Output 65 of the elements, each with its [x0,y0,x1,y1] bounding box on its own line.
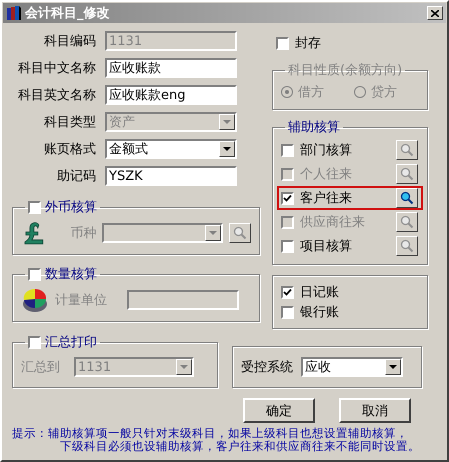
checkbox-label: 个人往来 [300,166,352,183]
field-label: 科目类型 [43,114,96,131]
close-icon [431,10,439,16]
input-field[interactable]: YSZK [105,166,237,186]
checkbox[interactable] [28,200,41,214]
input-field[interactable]: 应收账款eng [105,85,237,105]
checkbox[interactable] [281,306,294,318]
field-label: 助记码 [56,168,96,185]
pie-chart-icon [21,286,49,314]
search-icon [400,215,414,229]
field-label: 科目编码 [43,33,96,50]
group-title: 科目性质(余额方向) [288,62,402,79]
group-title: 数量核算 [45,266,97,283]
checkbox-label: 封存 [295,35,321,52]
field-label: 汇总到 [21,359,60,376]
search-icon [400,167,414,181]
checkbox[interactable] [281,144,294,156]
field-label: 科目中文名称 [17,60,96,77]
group-title: 汇总打印 [45,334,97,351]
dropdown-caret-icon[interactable] [219,141,235,157]
checkbox[interactable] [281,192,294,204]
checkbox-label: 部门核算 [300,142,352,159]
search-button[interactable] [396,188,418,208]
dialog-button[interactable]: 确定 [243,398,315,423]
field-label: 受控系统 [241,359,293,376]
radio-label: 借方 [298,84,324,101]
search-button[interactable] [396,236,418,256]
dialog-button[interactable]: 取消 [339,398,411,423]
checkbox-label: 项目核算 [300,238,352,255]
window-title: 会计科目_修改 [25,5,110,22]
close-button[interactable] [427,6,443,20]
checkbox[interactable] [276,36,289,50]
dropdown-field[interactable] [102,223,224,243]
group-title: 外币核算 [45,199,97,216]
search-button[interactable] [396,140,418,160]
input-field[interactable]: 应收账款 [105,58,237,78]
checkbox-label: 日记账 [300,284,339,301]
checkbox[interactable] [28,336,41,348]
search-icon [233,226,248,240]
radio-button[interactable] [354,86,366,98]
field-label: 科目英文名称 [17,87,96,104]
field-label: 计量单位 [55,292,108,309]
dropdown-caret-icon[interactable] [385,359,401,375]
field-label: 账页格式 [43,141,96,158]
input-field[interactable] [127,290,239,310]
group-title: 辅助核算 [288,119,340,136]
checkbox-label: 供应商往来 [300,214,365,231]
dropdown-field[interactable]: 应收 [301,357,403,377]
search-icon [400,239,414,253]
search-icon [400,143,414,157]
checkbox[interactable] [281,286,294,298]
search-button[interactable] [229,223,252,243]
checkbox[interactable] [281,240,294,252]
search-icon [400,191,414,205]
radio-label: 贷方 [371,84,397,101]
dropdown-field[interactable]: 金额式 [105,139,237,159]
radio-button[interactable] [281,86,293,98]
dropdown-caret-icon[interactable] [205,225,222,241]
checkbox-label: 银行账 [300,304,339,321]
checkbox[interactable] [28,268,41,280]
checkbox-label: 客户往来 [300,190,352,207]
books-icon [6,5,22,21]
dropdown-caret-icon[interactable] [176,359,192,375]
hint-text: 提示：辅助核算项一般只针对末级科目，如果上级科目也想设置辅助核算， 下级科目必须也设辅助核算，客户往来和供应商往来不能同时设置。 [12,427,421,453]
field-label: 币种 [69,225,96,242]
